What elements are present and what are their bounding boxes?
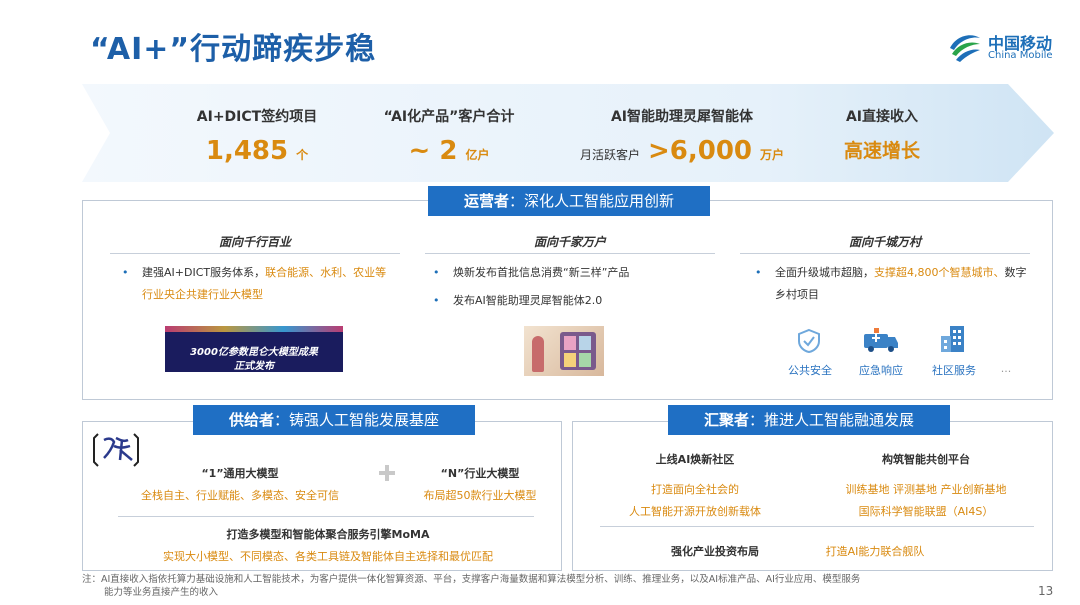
supplier-tag-rest: ：铸强人工智能发展基座 bbox=[274, 411, 440, 429]
moma-desc: 实现大小模型、不同模态、各类工具链及智能体自主选择和最优匹配 bbox=[163, 550, 493, 563]
image-caption-line1: 3000亿参数昆仑大模型成果 bbox=[190, 347, 318, 358]
china-mobile-logo-icon bbox=[950, 35, 980, 62]
kunlun-model-release-image: 3000亿参数昆仑大模型成果 正式发布 bbox=[165, 326, 343, 372]
bullet-dot: • bbox=[755, 266, 762, 279]
moma-title: 打造多模型和智能体聚合服务引擎MoMA bbox=[226, 528, 430, 541]
kpi-ai-revenue: AI直接收入 高速增长 bbox=[802, 84, 962, 182]
bullet-text: 发布AI智能助理灵犀智能体2.0 bbox=[453, 294, 603, 307]
icon-label: 应急响应 bbox=[859, 364, 903, 377]
bullet-dot: • bbox=[122, 266, 129, 279]
bullet-city-brain: • 全面升级城市超脑，支撑超4,800个智慧城市、数字乡村项目 bbox=[755, 262, 1037, 306]
divider bbox=[110, 253, 400, 254]
column-title-industries: 面向千行百业 bbox=[218, 235, 291, 249]
column-title-cities: 面向千城万村 bbox=[848, 235, 921, 249]
stage-lights bbox=[165, 326, 343, 332]
kpi-value: >6,000 bbox=[647, 136, 753, 166]
kpi-ai-product-customers: “AI化产品”客户合计 ~ 2 亿户 bbox=[344, 84, 554, 182]
bullet-industries: • 建强AI+DICT服务体系，联合能源、水利、农业等行业央企共建行业大模型 bbox=[122, 262, 397, 306]
kpi-label: AI+DICT签约项目 bbox=[196, 109, 318, 125]
icon-label: 公共安全 bbox=[788, 364, 832, 377]
bullet-new-three-products: • 焕新发布首批信息消费“新三样”产品 bbox=[433, 262, 713, 284]
kpi-value: 1,485 bbox=[205, 136, 289, 166]
presenter-figure bbox=[532, 336, 544, 372]
bullet-lingxi-release: • 发布AI智能助理灵犀智能体2.0 bbox=[433, 290, 713, 312]
ai-community-title: 上线AI焕新社区 bbox=[655, 453, 735, 466]
more-icon: ... bbox=[1000, 362, 1012, 375]
bullet-dot: • bbox=[433, 294, 440, 307]
kpi-unit: 万户 bbox=[760, 148, 785, 162]
kpi-label: AI直接收入 bbox=[845, 109, 919, 125]
kpi-lingxi-agent: AI智能助理灵犀智能体 月活跃客户 >6,000 万户 bbox=[562, 84, 802, 182]
operator-tag: 运营者：深化人工智能应用创新 bbox=[428, 186, 710, 216]
general-model-desc: 全栈自主、行业赋能、多模态、安全可信 bbox=[141, 489, 339, 502]
ai-community-desc-2: 人工智能开源开放创新载体 bbox=[629, 505, 761, 518]
jiutian-logo-icon bbox=[93, 433, 139, 467]
bullet-dot: • bbox=[433, 266, 440, 279]
bullet-text: 全面升级城市超脑， bbox=[775, 266, 874, 279]
page-number: 13 bbox=[1038, 584, 1054, 598]
general-model-title: “1”通用大模型 bbox=[201, 467, 279, 480]
ai-fleet-text: 打造AI能力联合舰队 bbox=[825, 545, 925, 558]
kpi-dict-projects: AI+DICT签约项目 1,485 个 bbox=[152, 84, 362, 182]
column-title-households: 面向千家万户 bbox=[533, 235, 606, 249]
screen-tile bbox=[579, 336, 591, 350]
logo-text-en: China Mobile bbox=[988, 50, 1053, 61]
co-creation-platform-desc-1: 训练基地 评测基地 产业创新基地 bbox=[845, 483, 1007, 496]
building-icon bbox=[941, 326, 964, 352]
kpi-unit: 个 bbox=[296, 148, 309, 162]
kpi-prefix: 月活跃客户 bbox=[579, 148, 640, 162]
kpi-label: AI智能助理灵犀智能体 bbox=[610, 109, 754, 125]
kpi-value: 高速增长 bbox=[843, 140, 920, 162]
shield-icon bbox=[798, 328, 820, 354]
kpi-label: “AI化产品”客户合计 bbox=[383, 109, 515, 125]
image-caption-line2: 正式发布 bbox=[234, 361, 274, 372]
bullet-text: 建强AI+DICT服务体系， bbox=[142, 266, 266, 279]
industry-investment-title: 强化产业投资布局 bbox=[671, 545, 759, 558]
icon-label: 社区服务 bbox=[932, 364, 976, 377]
divider bbox=[425, 253, 715, 254]
lingxi-release-image bbox=[524, 326, 604, 376]
divider bbox=[740, 253, 1030, 254]
supplier-tag-bold: 供给者 bbox=[228, 411, 274, 429]
aggregator-tag: 汇聚者：推进人工智能融通发展 bbox=[668, 405, 950, 435]
kpi-banner: AI+DICT签约项目 1,485 个 “AI化产品”客户合计 ~ 2 亿户 A… bbox=[82, 84, 1054, 182]
page-title: “AI+”行动蹄疾步稳 bbox=[90, 32, 377, 67]
footnote: 注：AI直接收入指依托算力基础设施和人工智能技术，为客户提供一体化智算资源、平台… bbox=[82, 573, 1042, 599]
ai-community-desc-1: 打造面向全社会的 bbox=[651, 483, 739, 496]
ambulance-icon bbox=[864, 328, 898, 352]
aggregator-tag-bold: 汇聚者 bbox=[703, 411, 749, 429]
screen-tile bbox=[564, 353, 576, 367]
co-creation-platform-title: 构筑智能共创平台 bbox=[882, 453, 970, 466]
co-creation-platform-desc-2: 国际科学智能联盟（AI4S） bbox=[858, 505, 994, 518]
bullet-text: 焕新发布首批信息消费“新三样”产品 bbox=[453, 266, 630, 279]
operator-tag-rest: ：深化人工智能应用创新 bbox=[509, 192, 675, 210]
kpi-value: ~ 2 bbox=[408, 136, 458, 166]
supplier-tag: 供给者：铸强人工智能发展基座 bbox=[193, 405, 475, 435]
operator-tag-bold: 运营者 bbox=[463, 192, 509, 210]
footnote-line1: 注：AI直接收入指依托算力基础设施和人工智能技术，为客户提供一体化智算资源、平台… bbox=[82, 574, 861, 585]
industry-model-desc: 布局超50款行业大模型 bbox=[423, 489, 537, 502]
divider bbox=[118, 516, 534, 517]
divider bbox=[600, 526, 1034, 527]
plus-icon bbox=[378, 464, 396, 482]
aggregator-tag-rest: ：推进人工智能融通发展 bbox=[749, 411, 915, 429]
plus-bar-h bbox=[379, 471, 395, 475]
screen-tile bbox=[564, 336, 576, 350]
bullet-highlight: 支撑超4,800个智慧城市、 bbox=[874, 266, 1005, 279]
kpi-unit: 亿户 bbox=[465, 148, 490, 162]
footnote-line2: 能力等业务直接产生的收入 bbox=[104, 587, 219, 598]
screen-tile bbox=[579, 353, 591, 367]
industry-model-title: “N”行业大模型 bbox=[440, 467, 520, 480]
china-mobile-logo: 中国移动 China Mobile bbox=[946, 28, 1066, 68]
